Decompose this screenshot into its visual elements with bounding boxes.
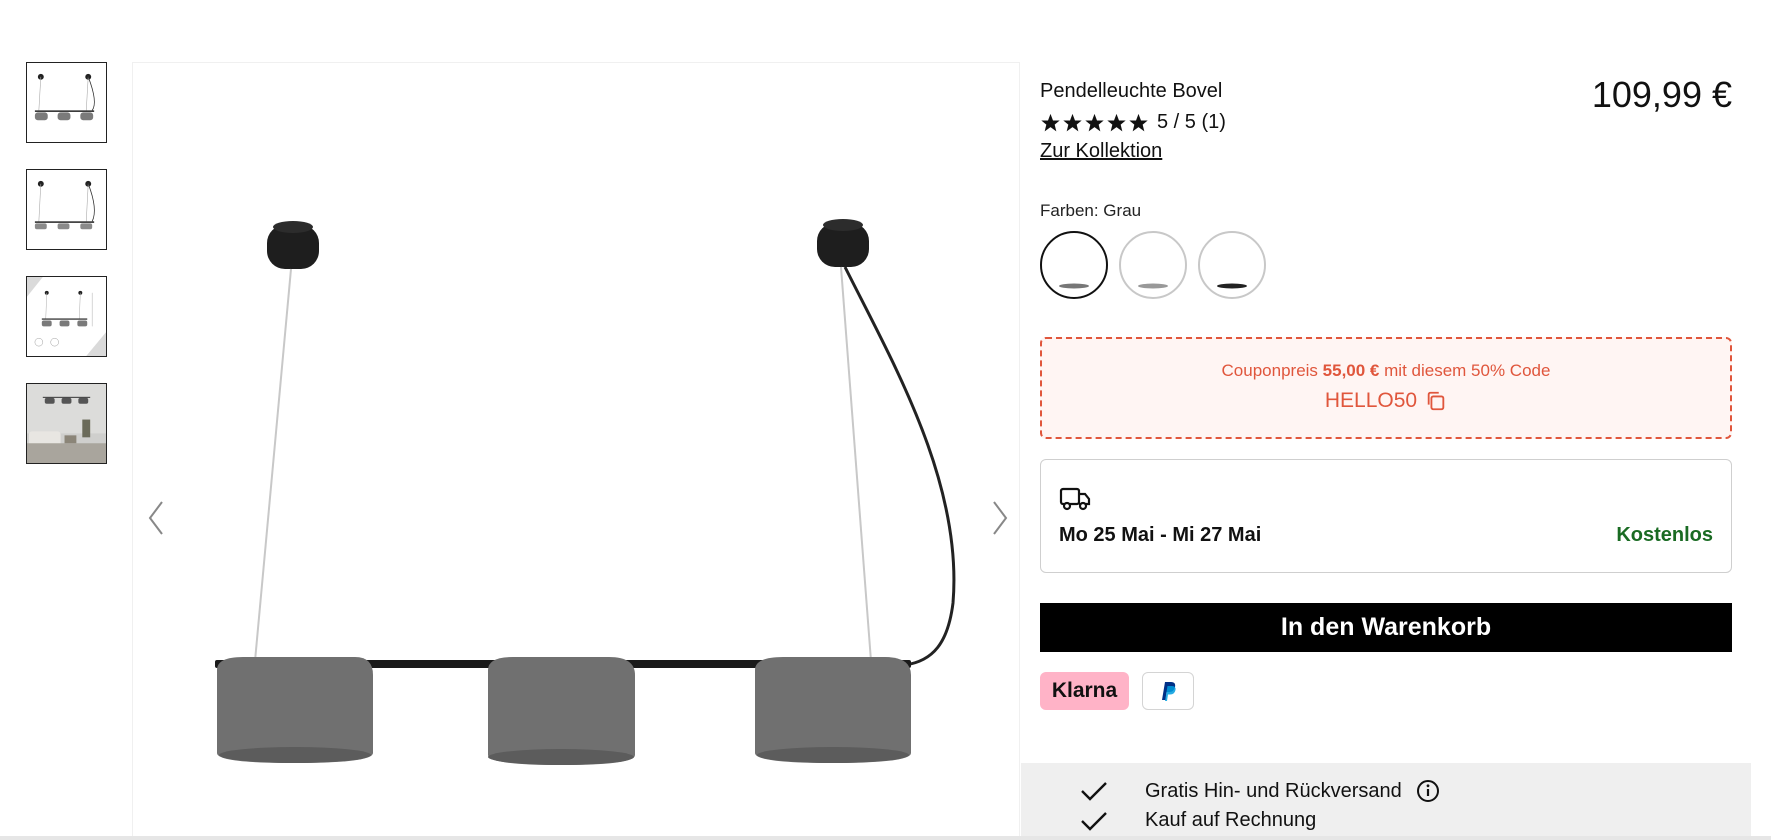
coupon-text: Couponpreis 55,00 € mit diesem 50% Code bbox=[1042, 361, 1730, 381]
chevron-left-icon bbox=[148, 501, 163, 535]
rating-text: 5 / 5 (1) bbox=[1157, 111, 1226, 133]
coupon-code[interactable]: HELLO50 bbox=[1325, 389, 1417, 413]
color-label: Farben: Grau bbox=[1040, 201, 1142, 220]
benefit-item: Gratis Hin- und Rückversand bbox=[1079, 779, 1440, 803]
star-icon bbox=[1063, 113, 1082, 131]
info-icon[interactable] bbox=[1416, 779, 1440, 803]
thumbnail-3[interactable] bbox=[26, 276, 107, 357]
coupon-box: Couponpreis 55,00 € mit diesem 50% Code … bbox=[1040, 337, 1732, 439]
coupon-code-row[interactable]: HELLO50 bbox=[1325, 389, 1447, 413]
product-price: 109,99 € bbox=[1591, 74, 1732, 115]
delivery-cost: Kostenlos bbox=[1616, 524, 1713, 546]
color-swatch-3[interactable] bbox=[1198, 231, 1266, 299]
thumbnail-list bbox=[26, 62, 108, 490]
thumbnail-1[interactable] bbox=[26, 62, 107, 143]
check-icon bbox=[1079, 810, 1109, 832]
rating-stars bbox=[1040, 113, 1149, 133]
klarna-badge: Klarna bbox=[1040, 672, 1129, 710]
benefits-panel: Gratis Hin- und Rückversand Kauf auf Rec… bbox=[1021, 763, 1751, 840]
divider bbox=[0, 836, 1771, 840]
add-to-cart-button[interactable]: In den Warenkorb bbox=[1040, 603, 1732, 652]
check-icon bbox=[1079, 780, 1109, 802]
color-swatch-2[interactable] bbox=[1119, 231, 1187, 299]
paypal-icon bbox=[1162, 682, 1176, 701]
payment-methods: Klarna bbox=[1040, 672, 1732, 710]
thumbnail-4[interactable] bbox=[26, 383, 107, 464]
star-icon bbox=[1107, 113, 1126, 131]
star-icon bbox=[1041, 113, 1060, 131]
star-icon bbox=[1085, 113, 1104, 131]
thumbnail-2[interactable] bbox=[26, 169, 107, 250]
main-image-gallery bbox=[132, 62, 1020, 840]
next-image-button[interactable] bbox=[985, 488, 1015, 548]
chevron-right-icon bbox=[993, 501, 1008, 535]
previous-image-button[interactable] bbox=[141, 488, 171, 548]
copy-icon[interactable] bbox=[1425, 390, 1447, 412]
coupon-prefix: Couponpreis bbox=[1221, 361, 1318, 380]
star-icon bbox=[1129, 113, 1148, 131]
paypal-badge bbox=[1142, 672, 1194, 710]
product-page: 109,99 € Pendelleuchte Bovel 5 / 5 (1) Z… bbox=[0, 0, 1771, 840]
color-swatches bbox=[1040, 231, 1732, 299]
product-image bbox=[215, 219, 956, 765]
coupon-price: 55,00 € bbox=[1322, 361, 1380, 380]
color-swatch-1[interactable] bbox=[1040, 231, 1108, 299]
benefit-item: Kauf auf Rechnung bbox=[1079, 809, 1316, 832]
coupon-suffix: mit diesem 50% Code bbox=[1384, 361, 1551, 380]
benefit-text: Kauf auf Rechnung bbox=[1145, 809, 1317, 831]
delivery-dates: Mo 25 Mai - Mi 27 Mai bbox=[1059, 524, 1262, 546]
benefit-text: Gratis Hin- und Rückversand bbox=[1145, 779, 1402, 802]
collection-link[interactable]: Zur Kollektion bbox=[1040, 140, 1162, 163]
delivery-box: Mo 25 Mai - Mi 27 Mai Kostenlos bbox=[1040, 459, 1732, 573]
product-details: 109,99 € Pendelleuchte Bovel 5 / 5 (1) Z… bbox=[1040, 62, 1732, 710]
